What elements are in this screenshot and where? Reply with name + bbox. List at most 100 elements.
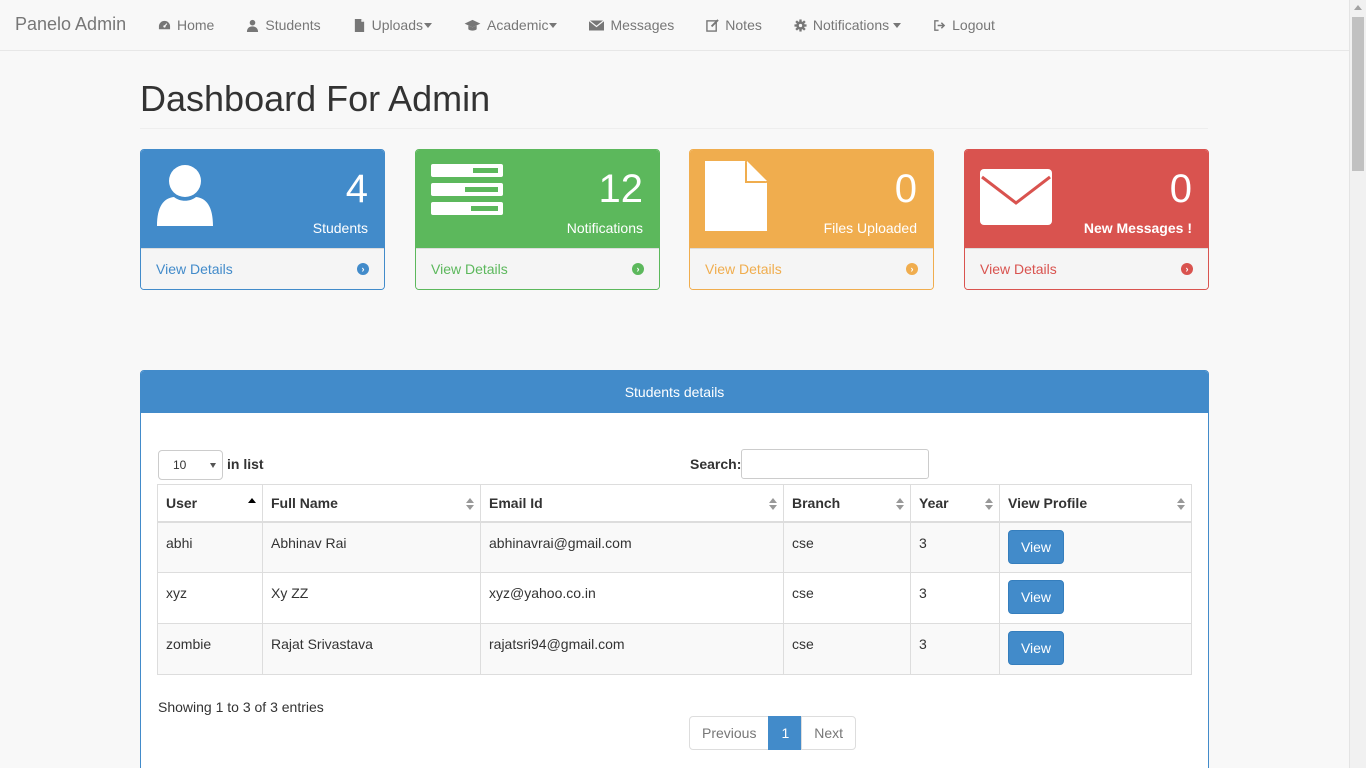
- panel-label: New Messages !: [1083, 220, 1192, 236]
- cell-user: xyz: [157, 572, 263, 624]
- column-header-user[interactable]: User: [157, 484, 263, 523]
- panel-count: 0: [1169, 167, 1192, 211]
- panel-count: 0: [894, 167, 917, 211]
- column-header-view-profile[interactable]: View Profile: [999, 484, 1192, 523]
- file-icon: [705, 161, 767, 231]
- sort-icon: [896, 498, 904, 510]
- nav-item-label: Logout: [952, 17, 995, 33]
- cell-email: rajatsri94@gmail.com: [480, 623, 784, 675]
- tasks-icon: [431, 164, 503, 215]
- nav-item-academic[interactable]: Academic: [464, 0, 558, 50]
- nav-item-uploads[interactable]: Uploads: [353, 0, 432, 50]
- chevron-down-icon: [424, 22, 432, 28]
- dashboard-icon: [158, 20, 171, 29]
- nav-item-logout[interactable]: Logout: [933, 0, 995, 50]
- table-row: xyz Xy ZZ xyz@yahoo.co.in cse 3 View: [157, 572, 1192, 624]
- nav-item-students[interactable]: Students: [246, 0, 321, 50]
- scroll-up-arrow-icon[interactable]: [1354, 5, 1362, 10]
- sort-icon: [769, 498, 777, 510]
- file-icon: [354, 18, 364, 32]
- cell-year: 3: [910, 572, 1000, 624]
- divider: [140, 128, 1208, 129]
- panel-heading: 0 New Messages !: [965, 150, 1208, 248]
- nav-item-label: Notes: [725, 17, 762, 33]
- cell-email: abhinavrai@gmail.com: [480, 521, 784, 573]
- nav-item-home[interactable]: Home: [158, 0, 214, 50]
- sign-out-icon: [934, 19, 946, 31]
- nav-item-notifications[interactable]: Notifications: [794, 0, 902, 50]
- view-details-label: View Details: [705, 261, 782, 277]
- cell-full-name: Abhinav Rai: [262, 521, 481, 573]
- entries-length-select[interactable]: 10: [158, 450, 223, 480]
- search-input[interactable]: [741, 449, 929, 479]
- view-details-label: View Details: [431, 261, 508, 277]
- notifications-panel: 12 Notifications View Details ›: [415, 149, 660, 290]
- view-details-label: View Details: [156, 261, 233, 277]
- sort-asc-icon: [248, 498, 256, 503]
- nav-item-label: Messages: [610, 17, 675, 33]
- view-details-link[interactable]: View Details ›: [141, 248, 384, 289]
- panel-label: Students: [312, 220, 368, 236]
- arrow-circle-right-icon: ›: [1181, 263, 1193, 275]
- page-title: Dashboard For Admin: [140, 78, 491, 119]
- cell-branch: cse: [783, 623, 911, 675]
- view-details-link[interactable]: View Details ›: [416, 248, 659, 289]
- view-details-link[interactable]: View Details ›: [965, 248, 1208, 289]
- nav-item-label: Students: [265, 17, 321, 33]
- nav-menu: Home Students Uploads Academic Messages …: [158, 0, 1027, 50]
- brand-logo[interactable]: Panelo Admin: [15, 14, 126, 35]
- arrow-circle-right-icon: ›: [632, 263, 644, 275]
- view-profile-button[interactable]: View: [1008, 580, 1064, 614]
- column-header-branch[interactable]: Branch: [783, 484, 911, 523]
- cell-email: xyz@yahoo.co.in: [480, 572, 784, 624]
- sort-icon: [985, 498, 993, 510]
- table-row: abhi Abhinav Rai abhinavrai@gmail.com cs…: [157, 521, 1192, 573]
- nav-item-label: Academic: [487, 17, 549, 33]
- students-table: User Full Name Email Id Branch Year View…: [157, 484, 1192, 675]
- next-page-button[interactable]: Next: [801, 716, 857, 750]
- nav-item-notes[interactable]: Notes: [706, 0, 762, 50]
- envelope-icon: [980, 169, 1052, 225]
- cell-view-profile: View: [999, 572, 1192, 624]
- panel-heading: 0 Files Uploaded: [690, 150, 933, 248]
- panel-label: Files Uploaded: [823, 220, 917, 236]
- chevron-down-icon: [549, 22, 558, 28]
- scrollbar-thumb[interactable]: [1352, 17, 1364, 171]
- pagination: Previous 1 Next: [689, 716, 857, 750]
- column-header-email[interactable]: Email Id: [480, 484, 784, 523]
- view-details-label: View Details: [980, 261, 1057, 277]
- cell-user: abhi: [157, 521, 263, 573]
- envelope-icon: [589, 19, 605, 30]
- nav-item-messages[interactable]: Messages: [589, 0, 674, 50]
- view-profile-button[interactable]: View: [1008, 529, 1064, 564]
- arrow-circle-right-icon: ›: [906, 263, 918, 275]
- graduation-cap-icon: [464, 19, 481, 31]
- column-header-year[interactable]: Year: [910, 484, 1000, 523]
- top-navbar: Panelo Admin Home Students Uploads Acade…: [0, 0, 1349, 51]
- view-details-link[interactable]: View Details ›: [690, 248, 933, 289]
- page-scrollbar[interactable]: [1349, 0, 1366, 768]
- search-label: Search:: [690, 456, 742, 472]
- cell-branch: cse: [783, 572, 911, 624]
- user-icon: [247, 19, 259, 32]
- gear-icon: [794, 18, 807, 32]
- students-panel: 4 Students View Details ›: [140, 149, 385, 290]
- cell-branch: cse: [783, 521, 911, 573]
- chevron-down-icon: [210, 463, 216, 468]
- previous-page-button[interactable]: Previous: [689, 716, 770, 750]
- students-details-panel: Students details 10 in list Search: User…: [140, 370, 1209, 768]
- user-icon: [157, 165, 213, 226]
- cell-view-profile: View: [999, 623, 1192, 675]
- column-header-full-name[interactable]: Full Name: [262, 484, 481, 523]
- new-messages-panel: 0 New Messages ! View Details ›: [964, 149, 1209, 290]
- table-row: zombie Rajat Srivastava rajatsri94@gmail…: [157, 623, 1192, 675]
- chevron-down-icon: [893, 22, 902, 28]
- page-1-button[interactable]: 1: [768, 716, 803, 750]
- nav-item-label: Home: [177, 17, 215, 33]
- nav-item-label: Notifications: [812, 17, 890, 33]
- panel-count: 4: [345, 167, 368, 211]
- cell-year: 3: [910, 623, 1000, 675]
- panel-count: 12: [598, 167, 644, 211]
- table-header-row: User Full Name Email Id Branch Year View…: [157, 484, 1192, 523]
- view-profile-button[interactable]: View: [1008, 631, 1064, 665]
